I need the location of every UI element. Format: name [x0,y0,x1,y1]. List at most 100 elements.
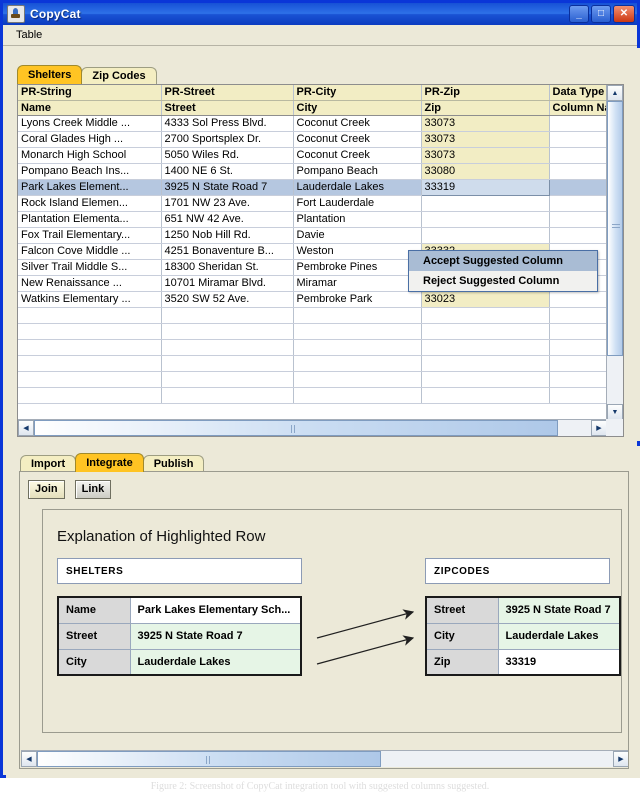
tab-integrate[interactable]: Integrate [75,453,143,472]
table-header-row-datatype: PR-StringPR-StreetPR-CityPR-ZipData Type [18,85,607,100]
cell-name: Silver Trail Middle S... [18,259,161,275]
cell-empty [293,339,421,355]
table-row-empty[interactable] [18,323,607,339]
tab-zip-codes[interactable]: Zip Codes [81,67,156,84]
cell-empty [293,323,421,339]
cell-name: Watkins Elementary ... [18,291,161,307]
cell-empty [549,339,607,355]
table-row[interactable]: Plantation Elementa...651 NW 42 Ave.Plan… [18,211,607,227]
table-row[interactable]: Lyons Creek Middle ...4333 Sol Press Blv… [18,115,607,131]
table-row[interactable]: Watkins Elementary ...3520 SW 52 Ave.Pem… [18,291,607,307]
cell-empty [18,307,161,323]
scrollbar-corner [606,419,623,436]
table-row-empty[interactable] [18,371,607,387]
tab-publish[interactable]: Publish [143,455,205,472]
maximize-icon: □ [592,7,610,21]
cell-city: Plantation [293,211,421,227]
cell-city: Coconut Creek [293,131,421,147]
table-row[interactable]: Monarch High School5050 Wiles Rd.Coconut… [18,147,607,163]
cell-empty [293,307,421,323]
cell-empty [549,387,607,403]
cell-zip [421,227,549,243]
integrate-horizontal-scrollbar[interactable]: ◀ ▶ [21,750,629,767]
cell-zip [421,211,549,227]
cell-empty [293,371,421,387]
cell-name: Rock Island Elemen... [18,195,161,211]
cell-datatype [549,291,607,307]
scroll-left-button[interactable]: ◀ [21,751,37,767]
close-icon: ✕ [614,7,634,21]
tab-shelters[interactable]: Shelters [17,65,82,84]
tab-import[interactable]: Import [20,455,76,472]
vertical-scroll-thumb[interactable] [607,101,623,356]
cell-empty [549,307,607,323]
cell-empty [161,323,293,339]
minimize-button[interactable]: _ [569,5,589,23]
figure-caption: Figure 2: Screenshot of CopyCat integrat… [0,781,640,792]
table-row[interactable]: Pompano Beach Ins...1400 NE 6 St.Pompano… [18,163,607,179]
scroll-left-button[interactable]: ◀ [18,420,34,436]
left-record-field-value: Lauderdale Lakes [130,649,301,675]
cell-empty [421,323,549,339]
table-vertical-scrollbar[interactable]: ▲ ▼ [606,85,623,420]
cell-name: Fox Trail Elementary... [18,227,161,243]
explanation-title: Explanation of Highlighted Row [57,528,265,545]
menu-item-accept-suggested-column[interactable]: Accept Suggested Column [409,251,597,271]
integrate-toolbar: Join Link [28,480,111,499]
join-button[interactable]: Join [28,480,65,499]
workflow-tabstrip: Import Integrate Publish [20,453,203,472]
scroll-up-button[interactable]: ▲ [607,85,623,101]
cell-city: Fort Lauderdale [293,195,421,211]
table-row-empty[interactable] [18,355,607,371]
left-record-field-label: Street [58,623,130,649]
right-record-field-label: Zip [426,649,498,675]
horizontal-scroll-thumb[interactable] [37,751,381,767]
cell-city: Miramar [293,275,421,291]
cell-empty [161,339,293,355]
column-header-cell: Data Type [549,85,607,100]
cell-zip: 33073 [421,115,549,131]
left-record-table: NamePark Lakes Elementary Sch...Street39… [57,596,302,676]
chevron-left-icon: ◀ [26,755,31,763]
cell-street: 2700 Sportsplex Dr. [161,131,293,147]
scroll-thumb-grip-icon [612,224,620,228]
link-button[interactable]: Link [75,480,112,499]
menu-item-table[interactable]: Table [10,27,48,43]
scroll-right-button[interactable]: ▶ [613,751,629,767]
table-row[interactable]: Park Lakes Element...3925 N State Road 7… [18,179,607,195]
cell-name: Falcon Cove Middle ... [18,243,161,259]
cell-datatype [549,179,607,195]
scroll-down-button[interactable]: ▼ [607,404,623,420]
cell-empty [549,371,607,387]
cell-datatype [549,147,607,163]
table-row-empty[interactable] [18,339,607,355]
table-row-empty[interactable] [18,387,607,403]
scroll-right-button[interactable]: ▶ [591,420,607,436]
cell-zip: 33023 [421,291,549,307]
table-row[interactable]: Fox Trail Elementary...1250 Nob Hill Rd.… [18,227,607,243]
table-row-empty[interactable] [18,307,607,323]
cell-city: Pembroke Park [293,291,421,307]
cell-street: 10701 Miramar Blvd. [161,275,293,291]
cell-empty [161,387,293,403]
cell-name: Plantation Elementa... [18,211,161,227]
table-horizontal-scrollbar[interactable]: ◀ ▶ [18,419,607,436]
cell-zip [421,195,549,211]
menu-item-reject-suggested-column[interactable]: Reject Suggested Column [409,271,597,291]
window-title: CopyCat [30,7,569,21]
cell-name: New Renaissance ... [18,275,161,291]
horizontal-scroll-thumb[interactable] [34,420,558,436]
column-header-cell: PR-Street [161,85,293,100]
cell-datatype [549,131,607,147]
table-row[interactable]: Coral Glades High ...2700 Sportsplex Dr.… [18,131,607,147]
cell-city: Weston [293,243,421,259]
cell-name: Lyons Creek Middle ... [18,115,161,131]
left-table-name: SHELTERS [57,558,302,584]
cell-zip: 33073 [421,131,549,147]
cell-street: 1250 Nob Hill Rd. [161,227,293,243]
close-button[interactable]: ✕ [613,5,635,23]
left-record-field-label: City [58,649,130,675]
cell-zip: 33080 [421,163,549,179]
table-row[interactable]: Rock Island Elemen...1701 NW 23 Ave.Fort… [18,195,607,211]
maximize-button[interactable]: □ [591,5,611,23]
